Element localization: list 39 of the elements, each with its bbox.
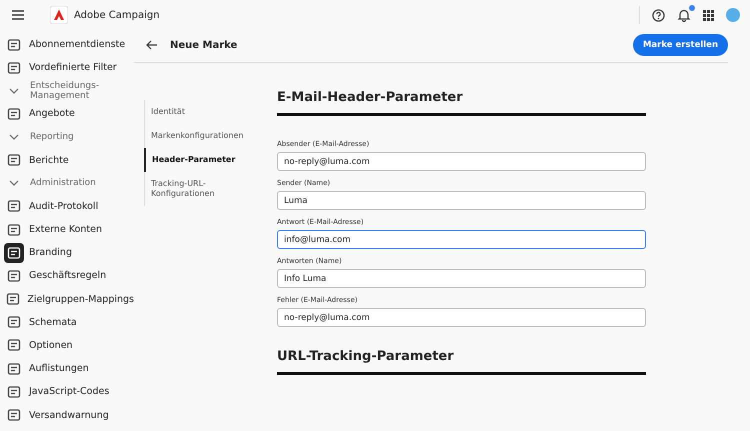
sidebar-section[interactable]: Entscheidungs-Management [6, 79, 134, 102]
sidebar-item[interactable]: Versandwarnung [6, 403, 134, 427]
sidebar-item[interactable]: Auflistungen [6, 357, 134, 380]
create-brand-button[interactable]: Marke erstellen [632, 34, 728, 56]
sidebar-item[interactable]: Berichte [6, 148, 134, 172]
chevron-icon [9, 88, 19, 94]
input-field[interactable]: Info Luma [277, 269, 646, 288]
sidebar-item[interactable]: Zielgruppen-Mappings [6, 288, 134, 311]
step-nav-item[interactable]: Identität [145, 100, 249, 124]
sidebar-item[interactable]: Branding [6, 241, 134, 264]
sidebar-item[interactable]: Geschäftsregeln [6, 264, 134, 288]
input-field[interactable]: no-reply@luma.com [277, 152, 646, 171]
step-nav-item[interactable]: Markenkonfigurationen [145, 124, 249, 148]
step-nav-item[interactable]: Tracking-URL-Konfigurationen [145, 172, 249, 206]
input-field[interactable]: no-reply@luma.com [277, 308, 646, 327]
sidebar-item[interactable]: Externe Konten [6, 218, 134, 242]
sidebar-item[interactable]: Abonnementdienste [6, 33, 134, 56]
section-heading: URL-Tracking-Parameter [277, 349, 455, 364]
sidebar-item[interactable]: Vordefinierte Filter [6, 56, 134, 80]
input-field[interactable]: Luma [277, 191, 646, 210]
sidebar-item[interactable]: Schemata [6, 310, 134, 334]
chevron-icon [9, 134, 19, 140]
app-title: Adobe Campaign [74, 10, 160, 20]
sidebar-item[interactable]: Audit-Protokoll [6, 194, 134, 218]
menu-icon[interactable] [12, 10, 24, 20]
step-nav-item[interactable]: Header-Parameter [144, 148, 250, 172]
sidebar-section[interactable]: Reporting [6, 126, 134, 149]
chevron-icon [9, 180, 19, 186]
back-arrow-icon[interactable] [146, 40, 158, 50]
input-field[interactable]: info@luma.com [277, 230, 646, 249]
sidebar-item[interactable]: Angebote [6, 102, 134, 126]
page-title: Neue Marke [170, 40, 238, 50]
sidebar-item[interactable]: JavaScript-Codes [6, 380, 134, 404]
help-icon[interactable] [652, 8, 665, 22]
sidebar-section[interactable]: Administration [6, 172, 134, 195]
sidebar-item[interactable]: Optionen [6, 334, 134, 358]
section-heading: E-Mail-Header-Parameter [277, 90, 464, 105]
apps-grid-icon[interactable] [703, 10, 714, 20]
logo-icon [50, 6, 68, 24]
